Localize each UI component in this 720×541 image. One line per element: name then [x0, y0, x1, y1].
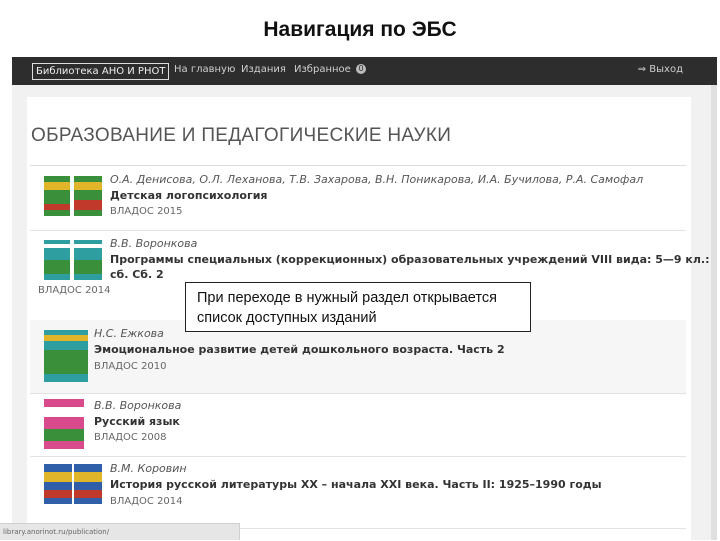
- book-publisher: ВЛАДОС 2014: [38, 285, 111, 296]
- book-item[interactable]: В.М. Коровин История русской литературы …: [30, 456, 686, 529]
- book-authors: О.А. Денисова, О.Л. Леханова, Т.В. Захар…: [110, 173, 644, 186]
- book-title-continued[interactable]: сб. Сб. 2: [110, 268, 164, 281]
- section-title: ОБРАЗОВАНИЕ И ПЕДАГОГИЧЕСКИЕ НАУКИ: [31, 125, 452, 146]
- book-authors: В.В. Воронкова: [94, 399, 182, 412]
- book-publisher: ВЛАДОС 2014: [110, 496, 183, 507]
- favorites-count-badge: 0: [355, 64, 366, 74]
- nav-favorites-link[interactable]: Избранное 0: [294, 64, 366, 75]
- book-cover[interactable]: [44, 464, 72, 504]
- book-list: О.А. Денисова, О.Л. Леханова, Т.В. Захар…: [30, 165, 717, 540]
- top-navbar: Библиотека АНО И РНОТ На главную Издания…: [12, 57, 717, 85]
- book-cover[interactable]: [44, 330, 88, 382]
- book-item[interactable]: В.В. Воронкова Русский язык ВЛАДОС 2008: [30, 393, 686, 457]
- book-authors: В.М. Коровин: [110, 462, 187, 475]
- book-authors: Н.С. Ежкова: [94, 327, 164, 340]
- book-title-link[interactable]: История русской литературы XX – начала X…: [110, 478, 602, 491]
- browser-status-bar: library.anorinot.ru/publication/: [0, 523, 240, 540]
- nav-home-link[interactable]: На главную: [174, 64, 235, 75]
- book-cover[interactable]: [74, 176, 102, 216]
- book-cover[interactable]: [44, 176, 70, 216]
- book-item[interactable]: О.А. Денисова, О.Л. Леханова, Т.В. Захар…: [30, 166, 686, 231]
- slide-title: Навигация по ЭБС: [263, 18, 457, 41]
- book-cover[interactable]: [44, 399, 84, 449]
- book-title-link[interactable]: Детская логопсихология: [110, 189, 267, 202]
- logout-link[interactable]: ⇒ Выход: [638, 64, 683, 75]
- nav-favorites-label: Избранное: [294, 64, 351, 75]
- book-cover[interactable]: [74, 240, 102, 280]
- book-title-link[interactable]: Русский язык: [94, 415, 180, 428]
- book-authors: В.В. Воронкова: [110, 237, 198, 250]
- library-brand-link[interactable]: Библиотека АНО И РНОТ: [32, 63, 170, 80]
- book-title-link[interactable]: Эмоциональное развитие детей дошкольного…: [94, 343, 505, 356]
- book-publisher: ВЛАДОС 2015: [110, 206, 183, 217]
- callout-box: При переходе в нужный раздел открывается…: [185, 282, 531, 332]
- nav-publications-link[interactable]: Издания: [241, 64, 286, 75]
- book-title-link[interactable]: Программы специальных (коррекционных) об…: [110, 253, 717, 266]
- book-publisher: ВЛАДОС 2010: [94, 361, 167, 372]
- book-cover[interactable]: [74, 464, 102, 504]
- book-publisher: ВЛАДОС 2008: [94, 432, 167, 443]
- book-cover[interactable]: [44, 240, 70, 280]
- page-scrollbar[interactable]: [711, 85, 717, 540]
